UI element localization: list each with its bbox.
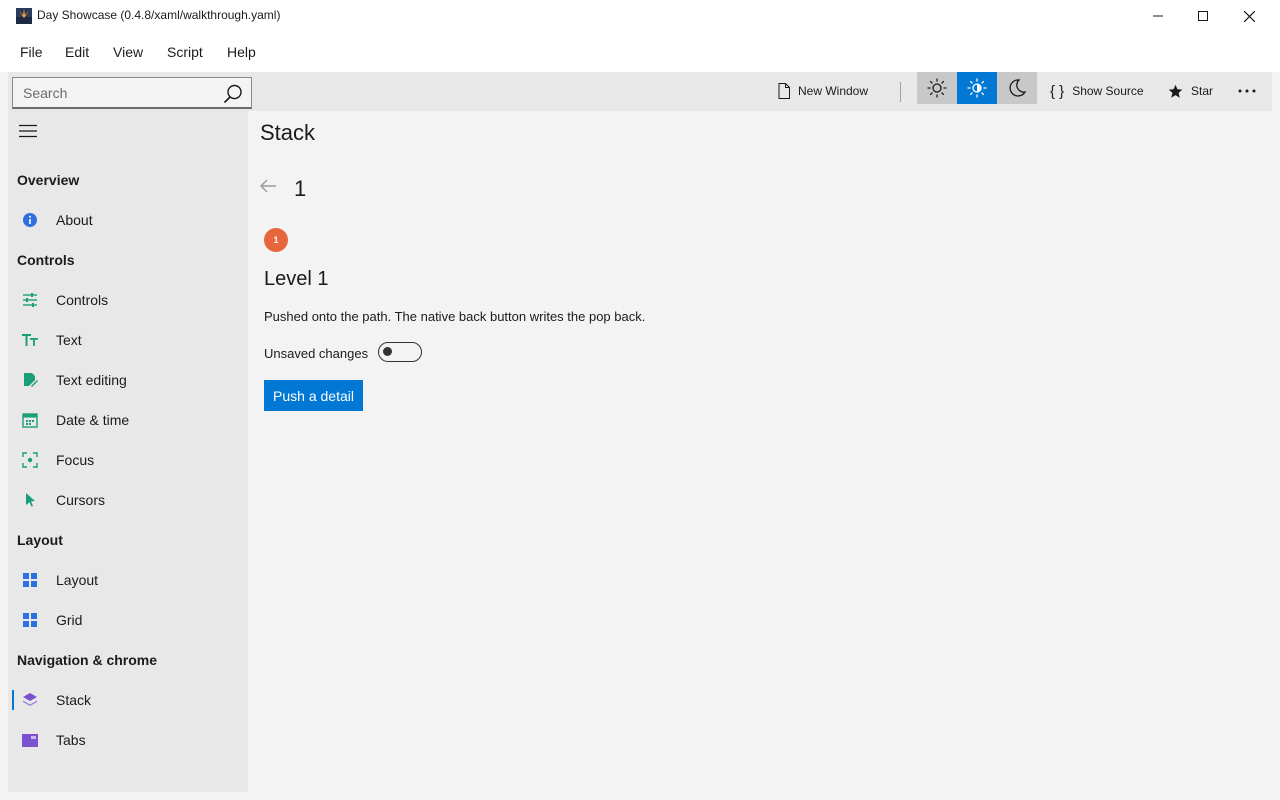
auto-theme-button[interactable] (957, 72, 997, 104)
new-window-label: New Window (798, 84, 869, 98)
show-source-button[interactable]: { } Show Source (1050, 74, 1144, 108)
section-layout: Layout (17, 532, 63, 548)
star-button[interactable]: Star (1168, 74, 1213, 108)
braces-icon: { } (1050, 82, 1065, 100)
close-button[interactable] (1226, 0, 1272, 32)
sidebar-item-focus[interactable]: Focus (8, 442, 248, 478)
more-icon (1238, 89, 1256, 93)
calendar-icon (22, 413, 38, 428)
push-detail-button[interactable]: Push a detail (264, 380, 363, 411)
sliders-icon (23, 293, 37, 307)
maximize-button[interactable] (1180, 0, 1226, 32)
grid-icon (23, 613, 37, 627)
window-title: Day Showcase (0.4.8/xaml/walkthrough.yam… (37, 8, 281, 22)
sidebar-item-label: Tabs (56, 732, 86, 748)
hamburger-menu-icon[interactable] (19, 124, 37, 138)
sidebar-item-stack[interactable]: Stack (8, 682, 248, 718)
menu-edit[interactable]: Edit (65, 44, 89, 60)
dark-theme-button[interactable] (997, 72, 1037, 104)
stack-icon (23, 693, 37, 706)
close-icon (1243, 10, 1255, 22)
sidebar-item-label: Focus (56, 452, 95, 468)
document-icon (778, 83, 790, 99)
sidebar-item-label: Text editing (56, 372, 127, 388)
sidebar-item-controls[interactable]: Controls (8, 282, 248, 318)
section-navigation-chrome: Navigation & chrome (17, 652, 158, 668)
edit-icon (24, 373, 38, 387)
sidebar-item-text-editing[interactable]: Text editing (8, 362, 248, 398)
auto-theme-icon (967, 78, 987, 98)
show-source-label: Show Source (1072, 84, 1144, 98)
new-window-button[interactable]: New Window (778, 74, 868, 108)
menu-view[interactable]: View (113, 44, 143, 60)
sidebar-item-cursors[interactable]: Cursors (8, 482, 248, 518)
search-input[interactable] (23, 84, 213, 102)
section-controls: Controls (17, 252, 75, 268)
level-description: Pushed onto the path. The native back bu… (264, 309, 646, 324)
menu-file[interactable]: File (20, 44, 43, 60)
star-icon (1168, 84, 1183, 98)
unsaved-changes-label: Unsaved changes (264, 346, 369, 361)
search-icon[interactable] (223, 84, 243, 104)
layout-icon (23, 573, 37, 587)
cursor-icon (26, 493, 35, 507)
toggle-knob (383, 347, 392, 356)
sidebar-item-label: Cursors (56, 492, 106, 508)
menu-help[interactable]: Help (227, 44, 256, 60)
info-icon (23, 213, 37, 227)
page-title: Stack (260, 120, 316, 145)
star-label: Star (1191, 84, 1214, 98)
sidebar-item-grid[interactable]: Grid (8, 602, 248, 638)
more-options-button[interactable] (1238, 74, 1256, 108)
app-icon (16, 8, 32, 24)
sidebar-item-label: Text (56, 332, 82, 348)
light-theme-button[interactable] (917, 72, 957, 104)
sidebar-item-label: Layout (56, 572, 99, 588)
focus-icon (22, 452, 38, 468)
maximize-icon (1198, 11, 1208, 21)
title-bar: Day Showcase (0.4.8/xaml/walkthrough.yam… (0, 0, 1280, 32)
section-overview: Overview (17, 172, 80, 188)
sidebar-item-about[interactable]: About (8, 202, 248, 238)
search-box[interactable] (12, 77, 252, 109)
sidebar-item-label: Stack (56, 692, 92, 708)
sidebar-item-label: Controls (56, 292, 109, 308)
unsaved-changes-toggle[interactable] (378, 342, 422, 362)
sidebar-item-label: Grid (56, 612, 83, 628)
tabs-icon (22, 734, 38, 747)
toolbar-divider (900, 82, 901, 102)
minimize-button[interactable] (1135, 0, 1181, 32)
level-title: Level 1 (264, 268, 329, 290)
level-badge-number: 1 (273, 235, 279, 245)
level-badge: 1 (264, 228, 288, 252)
moon-icon (1009, 79, 1027, 97)
sidebar-item-tabs[interactable]: Tabs (8, 722, 248, 758)
sidebar-item-label: About (56, 212, 93, 228)
sun-icon (927, 78, 947, 98)
sidebar-item-date-time[interactable]: Date & time (8, 402, 248, 438)
selection-indicator (12, 690, 14, 710)
menu-script[interactable]: Script (167, 44, 203, 60)
sidebar-item-layout[interactable]: Layout (8, 562, 248, 598)
sidebar-item-text[interactable]: Text (8, 322, 248, 358)
back-arrow-icon[interactable] (258, 176, 278, 196)
push-detail-label: Push a detail (273, 387, 354, 404)
stack-path-breadcrumb: 1 (294, 176, 307, 201)
menu-bar: File Edit View Script Help (0, 32, 1280, 72)
sidebar-item-label: Date & time (56, 412, 130, 428)
minimize-icon (1153, 15, 1163, 17)
text-icon (22, 334, 38, 346)
